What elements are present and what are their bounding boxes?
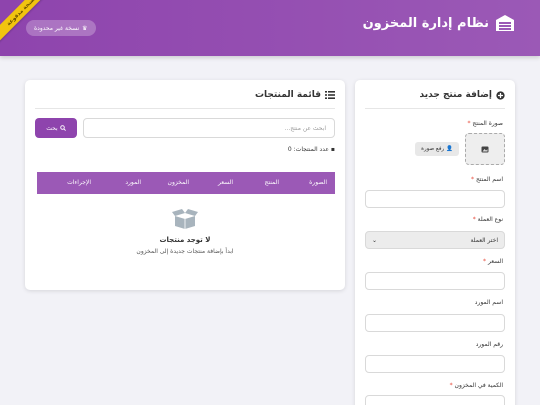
empty-box-icon (172, 209, 198, 229)
currency-label: نوع العملة * (472, 216, 503, 223)
upload-image-button[interactable]: 👤 رفع صورة (415, 142, 459, 156)
column-header-stock: المخزون (167, 179, 189, 186)
app-title: نظام إدارة المخزون (362, 15, 489, 31)
price-input[interactable] (365, 272, 505, 290)
brand: نظام إدارة المخزون (363, 14, 515, 32)
add-product-title-text: إضافة منتج جديد (419, 90, 492, 100)
name-label: اسم المنتج * (471, 176, 503, 183)
divider (365, 108, 505, 109)
quantity-label: الكمية في المخزون * (449, 382, 503, 389)
column-header-actions: الإجراءات (67, 179, 91, 186)
empty-state-subtitle: ابدأ بإضافة منتجات جديدة إلى المخزون (136, 248, 234, 255)
chevron-down-icon: ⌄ (372, 236, 378, 244)
user-upload-icon: 👤 (446, 146, 453, 152)
product-count: ▪ عدد المنتجات: 0 (287, 146, 335, 153)
product-list-title-text: قائمة المنتجات (254, 90, 321, 100)
search-placeholder: ابحث عن منتج... (284, 124, 327, 132)
plan-badge: ♛ نسخة غير محدودة (26, 20, 96, 36)
plan-badge-label: نسخة غير محدودة (34, 24, 80, 32)
supplier-label: اسم المورد (474, 299, 503, 306)
supplier-number-input[interactable] (365, 355, 505, 373)
image-icon (481, 146, 489, 152)
image-label: صورة المنتج * (467, 120, 503, 127)
app-header: نظام إدارة المخزون ♛ نسخة غير محدودة نسخ… (0, 0, 540, 56)
image-preview[interactable] (465, 133, 505, 165)
currency-select[interactable]: اختر العملة ⌄ (365, 231, 505, 249)
add-product-title: إضافة منتج جديد (420, 90, 505, 100)
product-list-card: قائمة المنتجات ابحث عن منتج... بحث ▪ عدد… (25, 80, 345, 290)
box-icon: ▪ (330, 146, 335, 153)
search-button[interactable]: بحث (35, 118, 77, 138)
search-input[interactable]: ابحث عن منتج... (83, 118, 335, 138)
warehouse-icon (496, 15, 514, 31)
price-label: السعر * (483, 258, 503, 265)
plus-circle-icon (496, 90, 505, 100)
column-header-product: المنتج (264, 179, 279, 186)
supplier-name-input[interactable] (365, 314, 505, 332)
divider (35, 108, 335, 109)
column-header-supplier: المورد (125, 179, 141, 186)
search-icon (59, 125, 66, 131)
supplier-number-label: رقم المورد (475, 341, 503, 348)
column-header-price: السعر (217, 179, 233, 186)
quantity-input[interactable] (365, 395, 505, 405)
product-list-title: قائمة المنتجات (255, 90, 335, 100)
product-name-input[interactable] (365, 190, 505, 208)
empty-state-title: لا توجد منتجات (159, 236, 211, 244)
add-product-card: إضافة منتج جديد صورة المنتج * 👤 رفع صورة… (355, 80, 515, 405)
list-icon (325, 91, 335, 99)
column-header-image: الصورة (309, 179, 327, 186)
crown-icon: ♛ (82, 24, 88, 32)
table-header: الصورة المنتج السعر المخزون المورد الإجر… (37, 172, 335, 194)
